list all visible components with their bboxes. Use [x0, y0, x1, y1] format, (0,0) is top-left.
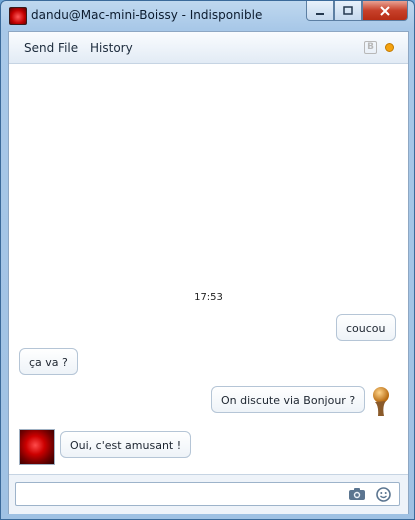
close-icon	[380, 5, 390, 16]
outgoing-message: On discute via Bonjour ?	[211, 386, 366, 413]
incoming-message: ça va ?	[19, 348, 78, 375]
send-file-button[interactable]: Send File	[24, 41, 78, 55]
message-timestamp: 17:53	[194, 292, 223, 303]
minimize-icon	[316, 12, 324, 15]
contact-avatar	[19, 429, 55, 465]
history-button[interactable]: History	[90, 41, 133, 55]
bonjour-icon[interactable]: B	[364, 41, 377, 54]
rose-app-icon	[9, 7, 27, 25]
close-button[interactable]	[362, 1, 408, 21]
maximize-button[interactable]	[334, 1, 362, 21]
window-controls	[306, 1, 408, 21]
camera-icon[interactable]	[349, 488, 365, 500]
chat-window: dandu@Mac-mini-Boissy - Indisponible Sen…	[0, 0, 415, 520]
window-title: dandu@Mac-mini-Boissy - Indisponible	[31, 8, 263, 22]
outgoing-message: coucou	[336, 314, 396, 341]
compose-bar	[9, 474, 408, 514]
chat-transcript[interactable]: 17:53 coucou ça va ? On discute via Bonj…	[9, 64, 408, 474]
client-area: Send File History B 17:53 coucou ça va ?…	[8, 31, 409, 514]
incoming-message: Oui, c'est amusant !	[60, 431, 192, 458]
title-bar[interactable]: dandu@Mac-mini-Boissy - Indisponible	[1, 1, 414, 29]
message-input[interactable]	[15, 482, 400, 506]
emoji-icon[interactable]	[376, 487, 391, 502]
user-avatar-icon	[373, 387, 389, 416]
maximize-icon	[343, 5, 353, 15]
minimize-button[interactable]	[306, 1, 334, 21]
toolbar: Send File History B	[9, 32, 408, 64]
status-indicator-icon	[385, 43, 394, 52]
